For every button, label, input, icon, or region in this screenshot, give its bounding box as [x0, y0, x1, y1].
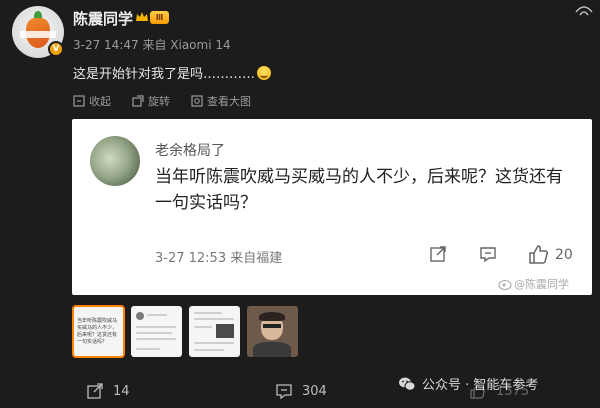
post-meta: 3-27 14:47 来自 Xiaomi 14 — [73, 38, 231, 52]
crown-icon — [136, 12, 148, 21]
level-badge: Ⅲ — [150, 11, 169, 24]
watermark-text: @陈震同学 — [514, 278, 569, 291]
thumb-line — [194, 312, 222, 314]
thumb-line — [136, 348, 160, 350]
thumb-line — [194, 349, 224, 351]
verified-badge-icon: V — [48, 41, 64, 57]
rotate-icon — [132, 95, 144, 107]
rotate-label: 旋转 — [148, 95, 170, 108]
thumb-image — [216, 324, 234, 338]
commenter-name[interactable]: 老余格局了 — [155, 140, 225, 160]
avatar-band — [20, 31, 56, 38]
thumb-line — [194, 342, 234, 344]
comment-bubble-icon — [276, 384, 292, 399]
thumbnail-3[interactable] — [189, 306, 240, 357]
thumb-line — [194, 318, 234, 320]
official-account-watermark: 公众号 · 智能车参考 — [398, 374, 538, 393]
comment-like-count: 20 — [555, 247, 573, 263]
laughing-emoji-icon — [257, 66, 272, 80]
collapse-icon — [73, 95, 85, 107]
username[interactable]: 陈震同学 — [73, 8, 133, 29]
view-large-label: 查看大图 — [207, 95, 251, 108]
comment-count: 304 — [302, 383, 327, 399]
rotate-button[interactable]: 旋转 — [132, 93, 170, 109]
thumb-line — [147, 314, 167, 316]
thumbnail-1[interactable]: 当年听陈震吹威马买威马的人不少，后来呢？这货还有一句实话吗？ — [72, 305, 125, 358]
repost-icon — [87, 383, 103, 399]
collapse-label: 收起 — [89, 95, 111, 108]
more-options-icon[interactable] — [575, 4, 593, 18]
thumbnail-2[interactable] — [131, 306, 182, 357]
comment-meta: 3-27 12:53 来自福建 — [155, 251, 283, 266]
comment-text: 当年听陈震吹威马买威马的人不少，后来呢？这货还有一句实话吗？ — [155, 167, 563, 213]
thumb-hair — [259, 312, 285, 321]
watermark-label: 公众号 · 智能车参考 — [422, 378, 539, 393]
repost-count: 14 — [113, 383, 130, 399]
view-large-button[interactable]: 查看大图 — [191, 93, 251, 109]
like-icon[interactable] — [527, 243, 549, 265]
comment-icon[interactable] — [479, 245, 497, 263]
thumbnail-text: 当年听陈震吹威马买威马的人不少，后来呢？这货还有一句实话吗？ — [77, 318, 118, 345]
thumb-body — [253, 342, 291, 357]
post-text-content: 这是开始针对我了是吗………… — [73, 67, 256, 82]
thumb-line — [194, 326, 212, 328]
embedded-comment-card[interactable]: 老余格局了 当年听陈震吹威马买威马的人不少，后来呢？这货还有一句实话吗？ 3-2… — [72, 119, 592, 295]
collapse-button[interactable]: 收起 — [73, 93, 111, 109]
repost-button[interactable]: 14 — [87, 383, 130, 399]
post-text: 这是开始针对我了是吗………… — [73, 63, 272, 82]
thumb-line — [136, 338, 176, 340]
wechat-logo-icon — [399, 377, 416, 391]
card-watermark: @陈震同学 — [498, 276, 569, 292]
thumb-avatar — [136, 312, 144, 320]
magnify-icon — [191, 95, 203, 107]
commenter-avatar[interactable] — [90, 136, 140, 186]
thumbnail-4[interactable] — [247, 306, 298, 357]
share-icon[interactable] — [429, 245, 447, 263]
comments-button[interactable]: 304 — [276, 383, 327, 399]
thumb-line — [136, 326, 176, 328]
thumb-line — [136, 332, 172, 334]
weibo-logo-icon — [498, 279, 512, 290]
thumb-glasses — [263, 324, 281, 328]
